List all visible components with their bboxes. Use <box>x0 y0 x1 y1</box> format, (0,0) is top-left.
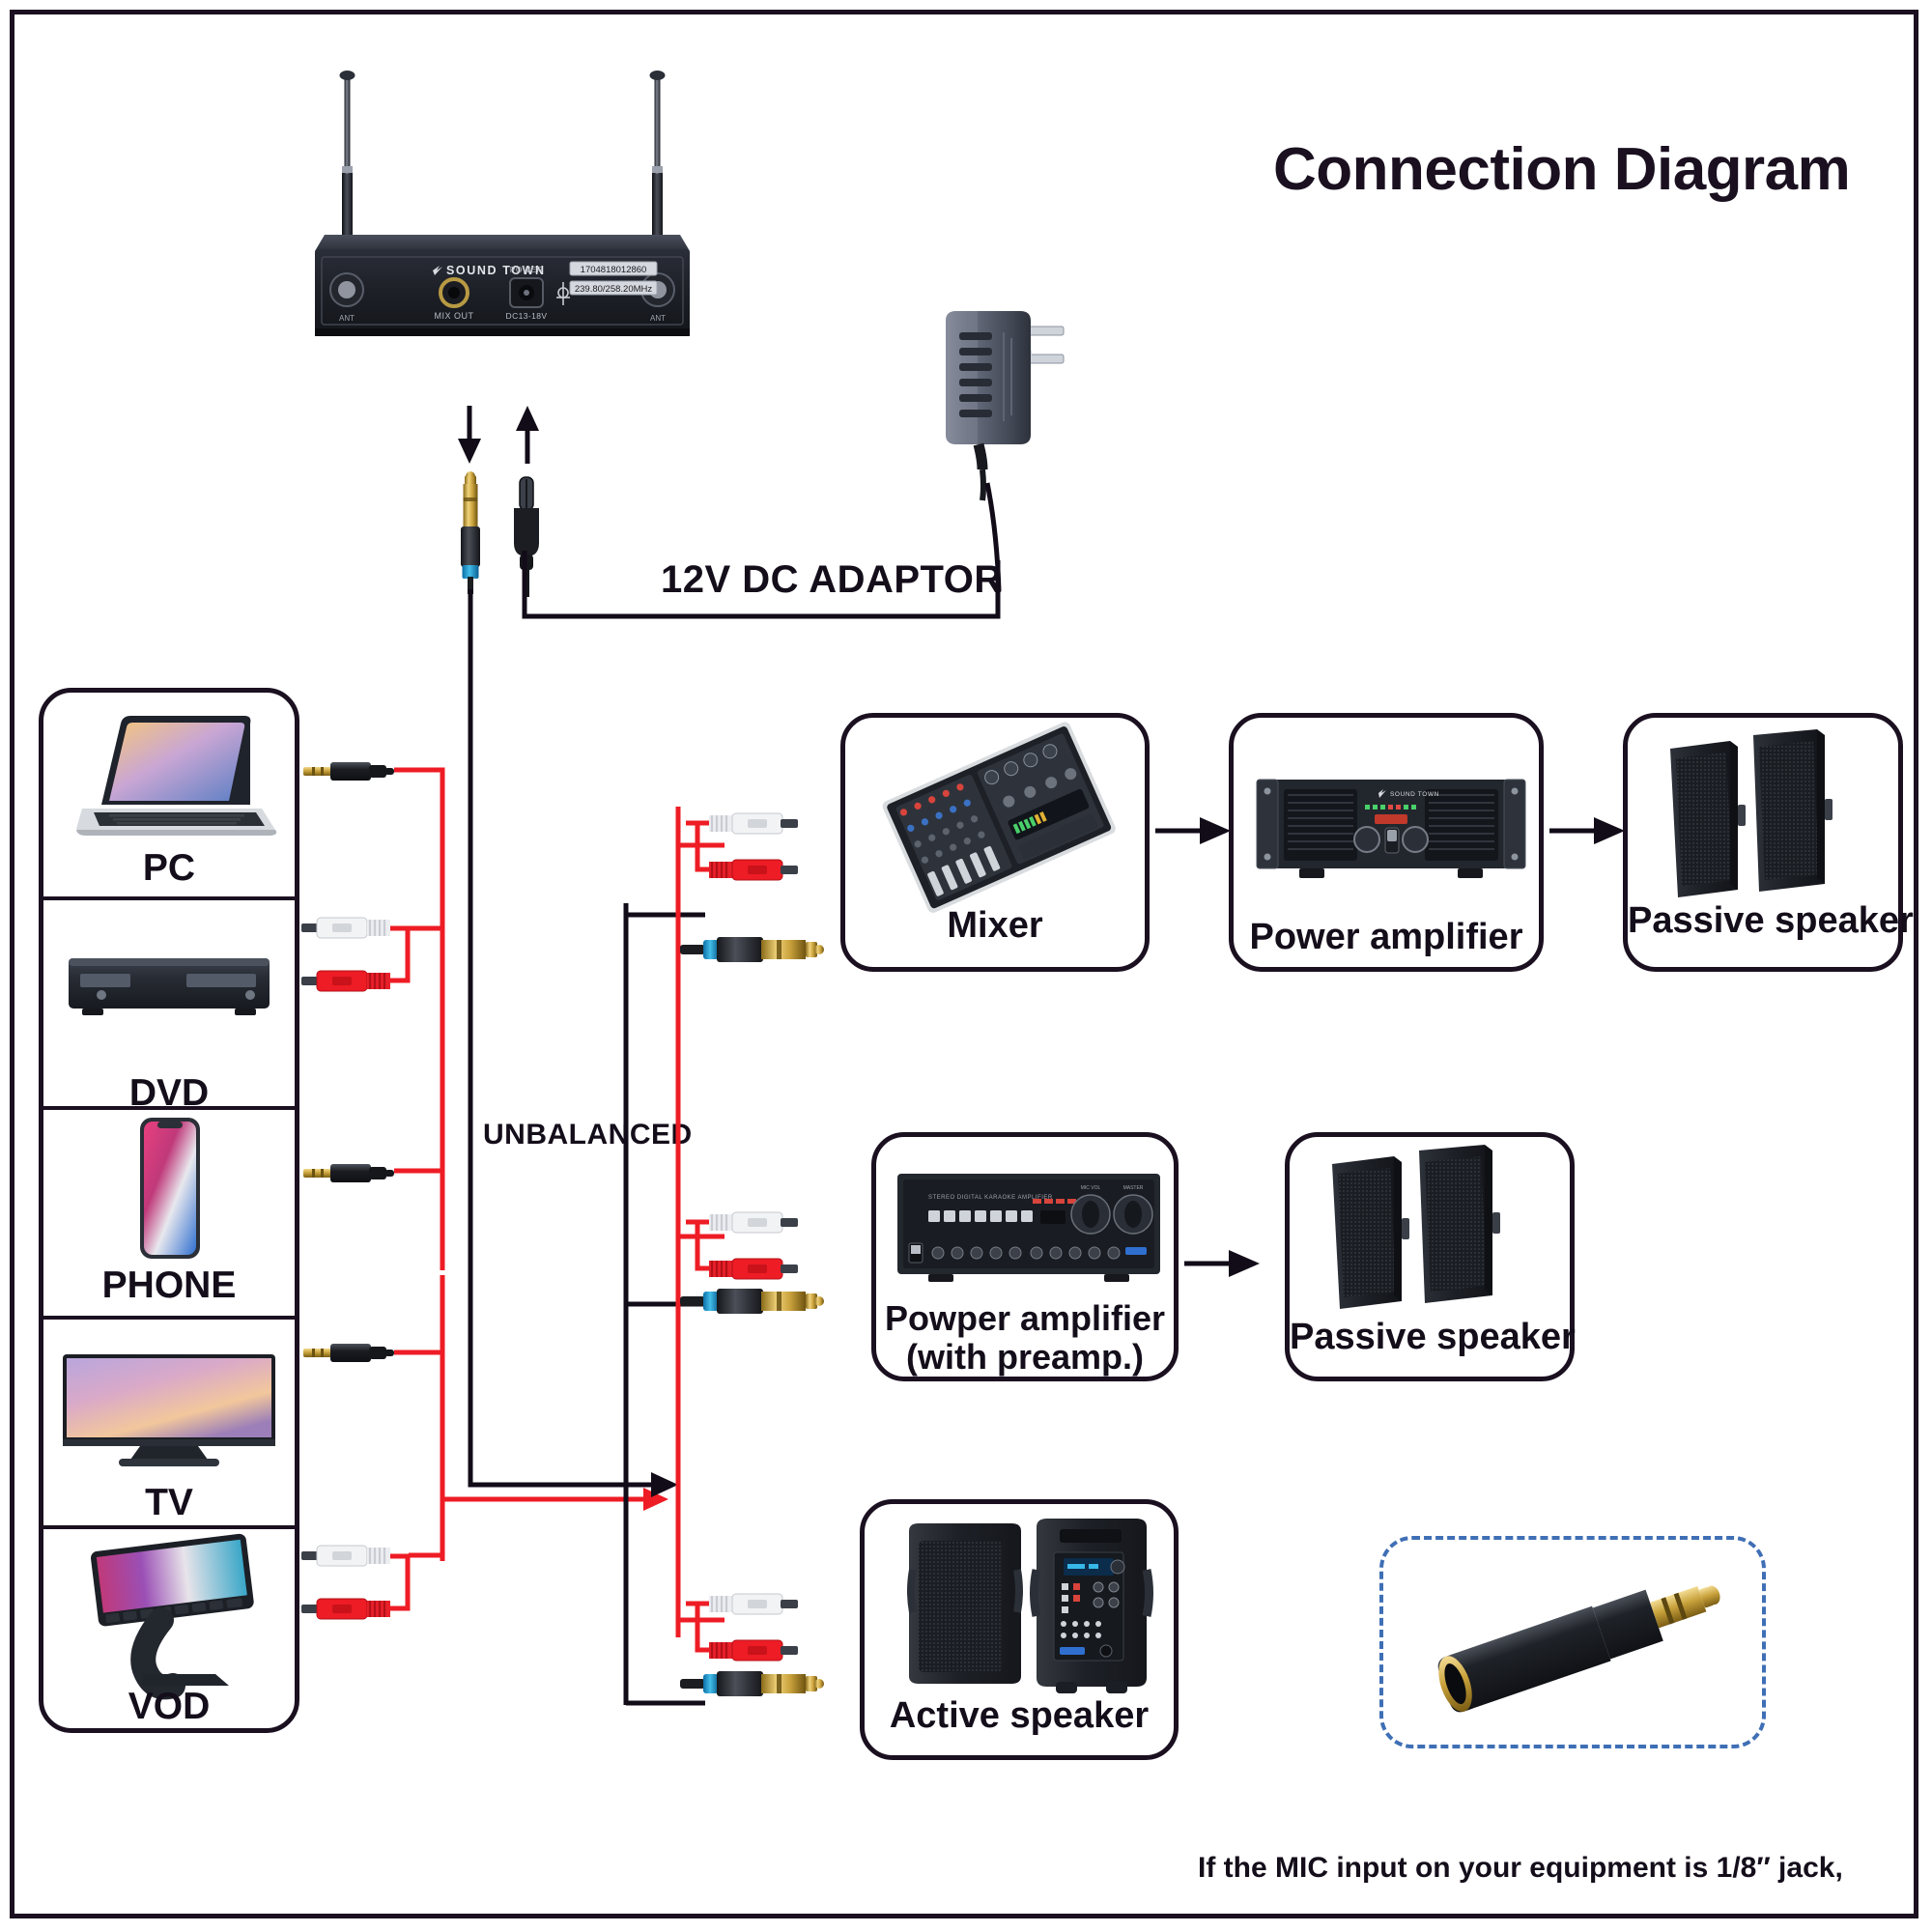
rca-white-plug <box>709 812 798 835</box>
chain3-label-active-speaker: Active speaker <box>889 1695 1150 1736</box>
rca-red-plug <box>709 1258 798 1280</box>
svg-text:ANT: ANT <box>650 314 666 323</box>
chain3-trs-input <box>680 1671 824 1696</box>
receiver-connection-arrows <box>458 406 539 464</box>
rca-white-plug <box>709 1211 798 1234</box>
svg-text:DC13-18V: DC13-18V <box>506 311 548 321</box>
rca-red-plug <box>709 1639 798 1662</box>
source-item-vod: VOD <box>43 1529 295 1732</box>
svg-text:1704818012860: 1704818012860 <box>581 265 647 275</box>
receiver-mixout-trs-plug <box>461 471 480 594</box>
source-item-tv: TV <box>43 1320 295 1527</box>
rca-red-plug <box>709 859 798 881</box>
source-item-pc: PC <box>43 691 295 898</box>
arrow-mixer-to-amp <box>1155 817 1231 844</box>
chain2-label-passive-speaker: Passive speaker <box>1290 1317 1576 1357</box>
ac-wall-adaptor <box>923 299 1096 502</box>
chain2-label-line2: (with preamp.) <box>905 1337 1144 1378</box>
chain1-label-mixer: Mixer <box>947 905 1043 946</box>
rca-white-plug <box>709 1593 798 1615</box>
svg-text:SOUND TOWN: SOUND TOWN <box>1390 791 1439 798</box>
receiver-serial-sticker: 1704818012860 <box>569 261 658 276</box>
dc-adaptor-wire <box>522 551 1001 619</box>
source-label-vod: VOD <box>128 1686 211 1727</box>
source-label-pc: PC <box>142 847 196 889</box>
chain1-node-power-amplifier[interactable]: SOUND TOWN Power amplifier <box>1229 713 1544 972</box>
receiver-mixout-cable <box>468 589 473 773</box>
source-item-phone: PHONE <box>43 1110 295 1318</box>
chain1-node-passive-speaker[interactable]: Passive speaker <box>1623 713 1914 972</box>
source-label-tv: TV <box>145 1482 193 1523</box>
chain1-input-connectors <box>686 812 798 881</box>
svg-text:ANT: ANT <box>339 314 355 323</box>
arrow-amp-to-speaker <box>1549 817 1625 844</box>
connection-diagram-page: Connection Diagram SOUND TOWN 1704818012… <box>0 0 1932 1932</box>
chain2-trs-input <box>680 1289 824 1314</box>
chain2-node-powper-amplifier[interactable]: STEREO DIGITAL KARAOKE AMPLIFIER MIC VOL… <box>871 1132 1179 1381</box>
chain1-label-power-amplifier: Power amplifier <box>1249 917 1523 957</box>
adaptor-note-line1: If the MIC input on your equipment is 1/… <box>1198 1851 1843 1884</box>
source-item-dvd: DVD <box>43 900 295 1114</box>
wireless-receiver: SOUND TOWN 1704818012860 239.80/258.20MH… <box>290 58 715 406</box>
adaptor-callout-box <box>1379 1536 1766 1748</box>
chain2-label-line1: Powper amplifier <box>884 1298 1166 1338</box>
arrow-powper-to-speaker <box>1184 1250 1260 1277</box>
svg-text:MIX OUT: MIX OUT <box>435 311 474 321</box>
chain2-node-passive-speaker[interactable]: Passive speaker <box>1285 1132 1576 1381</box>
svg-text:MIC VOL: MIC VOL <box>1081 1185 1101 1191</box>
page-title: Connection Diagram <box>1273 136 1851 203</box>
svg-text:239.80/258.20MHz: 239.80/258.20MHz <box>575 284 653 295</box>
svg-text:POWER: POWER <box>510 265 544 274</box>
chain1-label-passive-speaker: Passive speaker <box>1628 900 1914 941</box>
svg-text:MASTER: MASTER <box>1123 1185 1144 1191</box>
source-label-phone: PHONE <box>101 1264 237 1306</box>
chain3-node-active-speaker[interactable]: Active speaker <box>860 1499 1179 1760</box>
receiver-frequency-sticker: 239.80/258.20MHz <box>569 280 658 296</box>
chain1-node-mixer[interactable]: Mixer <box>840 713 1150 972</box>
